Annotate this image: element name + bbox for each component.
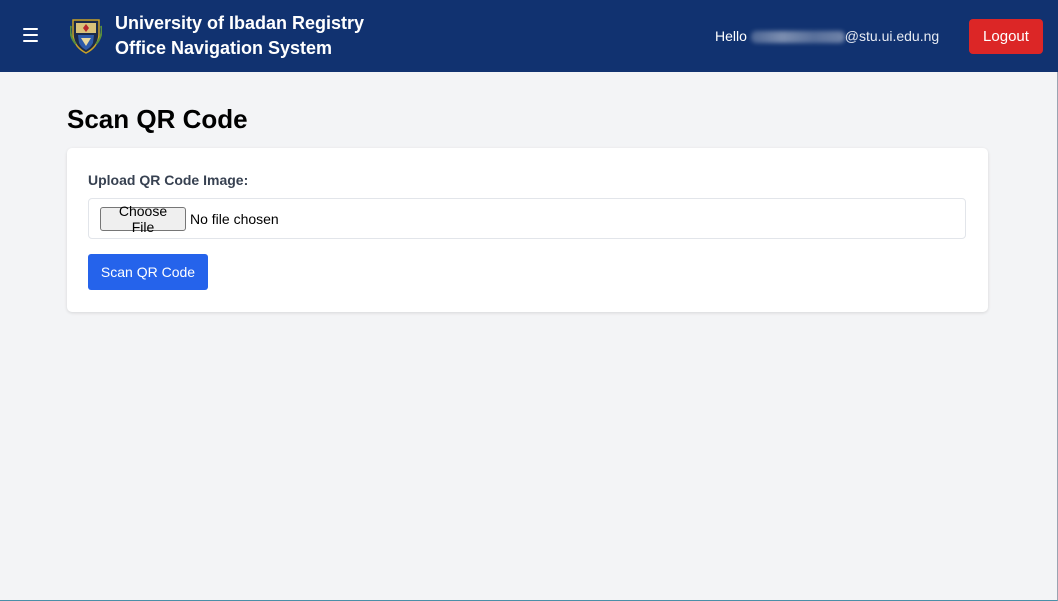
file-input[interactable]: Choose File No file chosen [88,198,966,239]
app-title-line1: University of Ibadan Registry [115,13,365,33]
scan-qr-button[interactable]: Scan QR Code [88,254,208,290]
logout-button[interactable]: Logout [969,19,1043,54]
file-status-text: No file chosen [190,211,279,227]
page-title: Scan QR Code [67,104,248,134]
app-title: University of Ibadan Registry Office Nav… [115,11,415,61]
upload-label: Upload QR Code Image: [88,172,249,188]
upload-card: Upload QR Code Image: Choose File No fil… [67,148,988,312]
choose-file-button[interactable]: Choose File [100,203,186,235]
hamburger-menu-icon[interactable] [18,24,44,48]
top-navbar: University of Ibadan Registry Office Nav… [0,0,1058,72]
greeting-text: Hello [715,28,747,44]
user-email-domain: @stu.ui.edu.ng [844,28,940,44]
app-title-line2: Office Navigation System [115,38,333,58]
university-crest-logo [69,16,103,54]
redacted-email-username [750,31,845,44]
user-greeting: Hello @stu.ui.edu.ng [715,27,939,45]
